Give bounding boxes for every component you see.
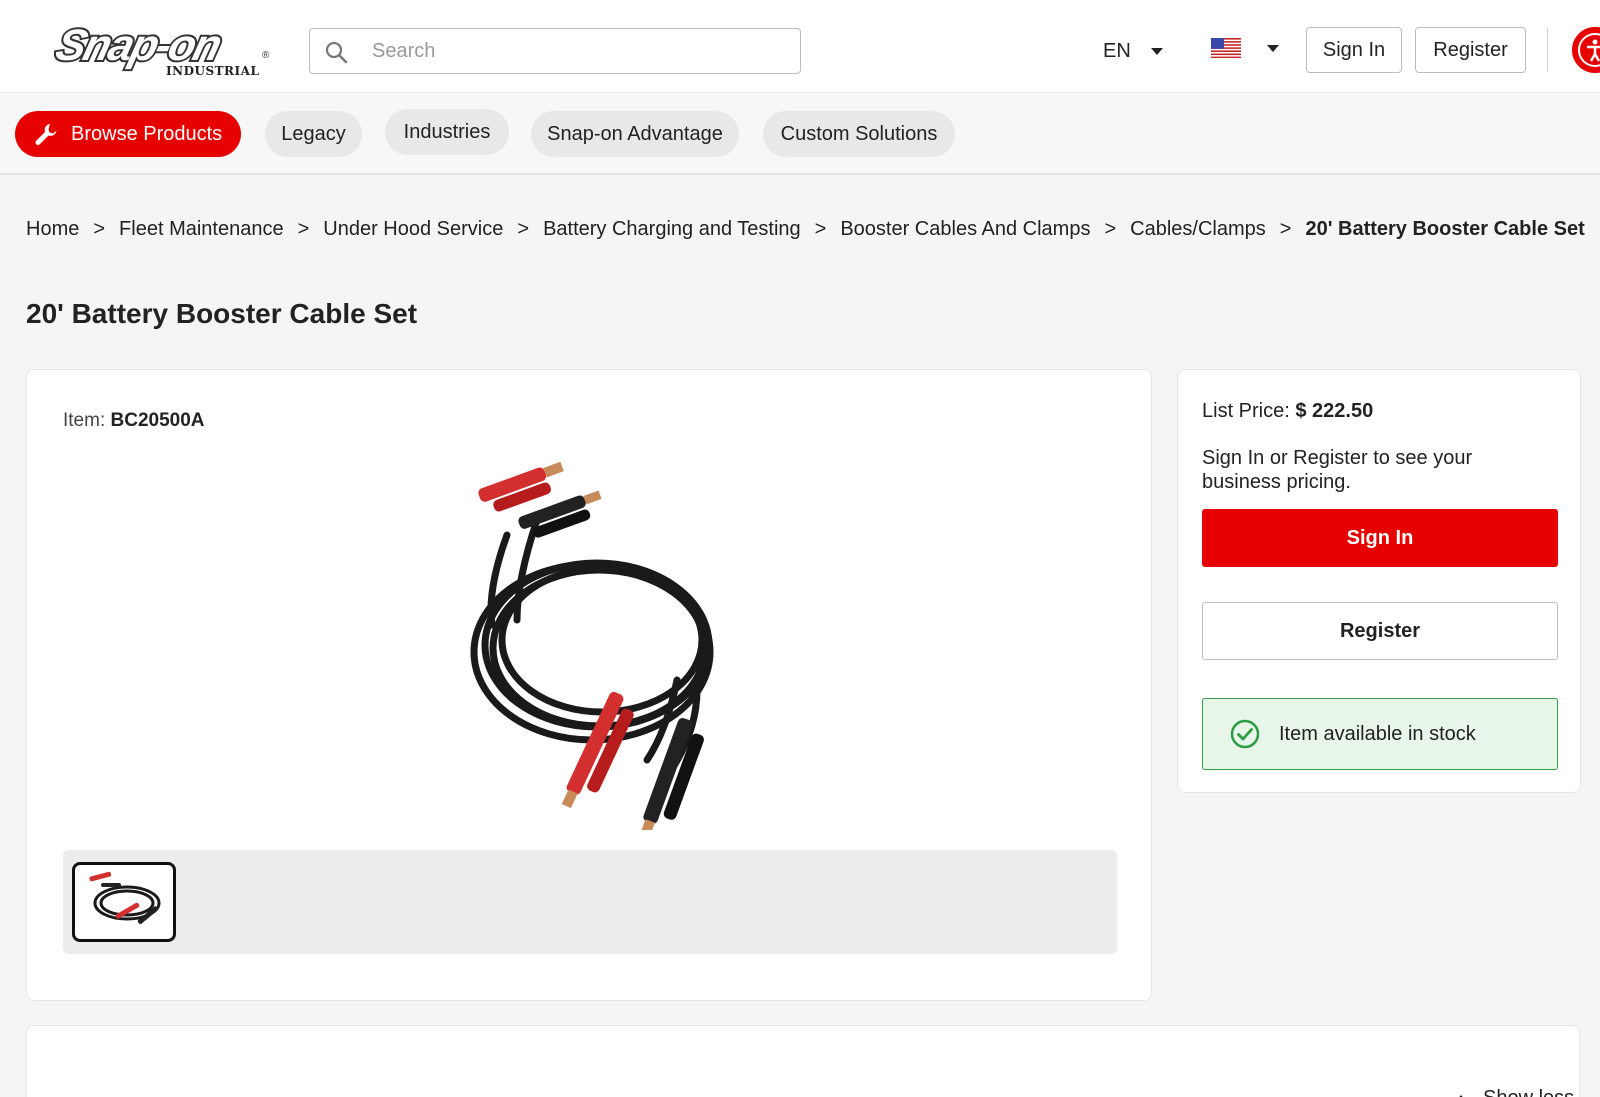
nav-custom-solutions[interactable]: Custom Solutions bbox=[763, 111, 955, 157]
product-media-card: Item: BC20500A bbox=[26, 369, 1152, 1001]
header-divider bbox=[1547, 28, 1548, 72]
country-selector[interactable] bbox=[1211, 38, 1279, 58]
show-less-toggle[interactable]: Show less bbox=[1455, 1087, 1574, 1097]
breadcrumb-booster-cables[interactable]: Booster Cables And Clamps bbox=[840, 218, 1090, 241]
header-register-button[interactable]: Register bbox=[1415, 27, 1526, 73]
svg-text:Snap-on: Snap-on bbox=[51, 22, 226, 70]
search-box[interactable] bbox=[309, 28, 801, 74]
product-image[interactable] bbox=[447, 460, 747, 830]
nav-snap-on-advantage[interactable]: Snap-on Advantage bbox=[531, 111, 739, 157]
breadcrumb-home[interactable]: Home bbox=[26, 218, 79, 241]
svg-text:INDUSTRIAL: INDUSTRIAL bbox=[166, 64, 259, 78]
product-thumbnail[interactable] bbox=[72, 862, 176, 942]
thumbnail-strip bbox=[63, 850, 1117, 954]
product-details-card: Show less bbox=[26, 1025, 1580, 1097]
stock-status: Item available in stock bbox=[1202, 698, 1558, 770]
breadcrumb-current: 20' Battery Booster Cable Set bbox=[1305, 217, 1585, 240]
show-less-label: Show less bbox=[1483, 1087, 1574, 1097]
pricing-card: List Price: $ 222.50 Sign In or Register… bbox=[1177, 369, 1581, 793]
nav-browse-products[interactable]: Browse Products bbox=[15, 111, 241, 157]
search-input[interactable] bbox=[372, 35, 782, 67]
nav-item-label: Legacy bbox=[281, 122, 346, 145]
breadcrumb-battery-charging[interactable]: Battery Charging and Testing bbox=[543, 218, 801, 241]
nav-legacy[interactable]: Legacy bbox=[265, 111, 362, 157]
main-nav: Browse Products Legacy Industries Snap-o… bbox=[0, 93, 1600, 175]
nav-item-label: Browse Products bbox=[71, 122, 223, 145]
breadcrumb-separator: > bbox=[517, 217, 530, 240]
pricing-note: Sign In or Register to see your business… bbox=[1202, 447, 1473, 493]
breadcrumb-fleet-maintenance[interactable]: Fleet Maintenance bbox=[119, 218, 284, 241]
language-label: EN bbox=[1103, 39, 1131, 62]
list-price-label: List Price: bbox=[1202, 400, 1290, 422]
nav-item-label: Industries bbox=[403, 120, 491, 143]
svg-text:®: ® bbox=[262, 50, 270, 61]
item-label: Item: bbox=[63, 410, 106, 431]
us-flag-icon bbox=[1211, 38, 1241, 58]
item-number: Item: BC20500A bbox=[63, 410, 205, 432]
stock-status-text: Item available in stock bbox=[1279, 722, 1476, 745]
list-price-value: $ 222.50 bbox=[1295, 400, 1374, 422]
page-title: 20' Battery Booster Cable Set bbox=[26, 298, 418, 329]
breadcrumb: Home > Fleet Maintenance > Under Hood Se… bbox=[26, 216, 1585, 242]
breadcrumb-separator: > bbox=[297, 217, 310, 240]
breadcrumb-cables-clamps[interactable]: Cables/Clamps bbox=[1130, 218, 1266, 241]
accessibility-icon[interactable] bbox=[1572, 27, 1600, 73]
breadcrumb-separator: > bbox=[1279, 217, 1292, 240]
check-circle-icon bbox=[1230, 719, 1260, 749]
nav-item-label: Snap-on Advantage bbox=[547, 122, 723, 145]
search-icon bbox=[325, 41, 348, 64]
language-selector[interactable]: EN bbox=[1103, 36, 1163, 66]
chevron-down-icon bbox=[1267, 44, 1279, 52]
header-sign-in-button[interactable]: Sign In bbox=[1306, 27, 1402, 73]
breadcrumb-separator: > bbox=[93, 217, 106, 240]
wrench-icon bbox=[35, 124, 57, 145]
nav-industries[interactable]: Industries bbox=[385, 109, 509, 155]
item-number-value: BC20500A bbox=[110, 410, 205, 431]
breadcrumb-separator: > bbox=[814, 217, 827, 240]
breadcrumb-separator: > bbox=[1104, 217, 1117, 240]
list-price: List Price: $ 222.50 bbox=[1202, 400, 1373, 423]
site-header: Snap-on ® INDUSTRIAL EN Sign In bbox=[0, 0, 1600, 93]
snap-on-industrial-logo[interactable]: Snap-on ® INDUSTRIAL bbox=[40, 18, 272, 80]
register-button[interactable]: Register bbox=[1202, 602, 1558, 660]
breadcrumb-under-hood-service[interactable]: Under Hood Service bbox=[323, 218, 503, 241]
nav-item-label: Custom Solutions bbox=[780, 122, 938, 145]
chevron-down-icon bbox=[1150, 47, 1163, 55]
sign-in-button[interactable]: Sign In bbox=[1202, 509, 1558, 567]
